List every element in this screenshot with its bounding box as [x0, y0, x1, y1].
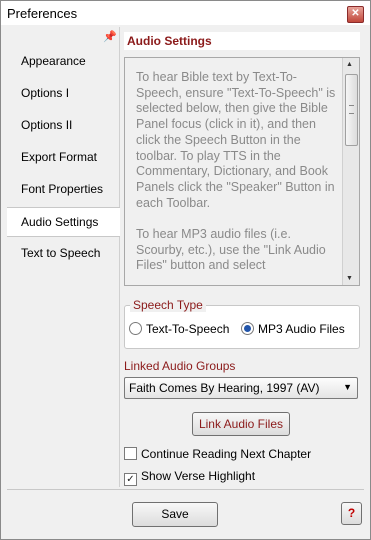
nav-item-label: Text to Speech: [21, 246, 101, 260]
speech-type-label: Speech Type: [130, 298, 206, 312]
radio-dot-icon: [129, 322, 142, 335]
scroll-thumb[interactable]: [345, 74, 358, 146]
nav-item-audio-settings[interactable]: Audio Settings: [7, 207, 120, 237]
nav-item-export-format[interactable]: Export Format: [7, 143, 119, 171]
window-title: Preferences: [7, 6, 78, 21]
radio-text-to-speech[interactable]: Text-To-Speech: [129, 322, 229, 336]
help-button[interactable]: ?: [341, 502, 362, 525]
checkbox-label: Show Verse Highlight: [141, 469, 256, 483]
radio-mp3-audio-files[interactable]: MP3 Audio Files: [241, 322, 345, 336]
nav-item-label: Export Format: [21, 150, 98, 164]
nav-item-options-ii[interactable]: Options II: [7, 111, 119, 139]
linked-audio-groups-select[interactable]: Faith Comes By Hearing, 1997 (AV) ▼: [124, 377, 358, 399]
continue-reading-checkbox[interactable]: Continue Reading Next Chapter: [124, 447, 311, 461]
info-textarea[interactable]: To hear Bible text by Text-To-Speech, en…: [124, 57, 360, 286]
info-scrollbar[interactable]: ▲ ▼: [342, 58, 359, 285]
radio-dot-icon: [241, 322, 254, 335]
title-bar: Preferences ✕: [1, 1, 370, 25]
close-icon: ✕: [351, 8, 360, 19]
checkbox-box: ✓: [124, 473, 137, 486]
scroll-up-icon[interactable]: ▲: [346, 61, 353, 68]
nav-item-label: Options I: [21, 86, 70, 100]
save-button[interactable]: Save: [132, 502, 218, 527]
scroll-down-icon[interactable]: ▼: [346, 275, 353, 282]
linked-audio-groups-label: Linked Audio Groups: [124, 359, 236, 373]
link-audio-files-button[interactable]: Link Audio Files: [192, 412, 290, 436]
nav-item-label: Appearance: [21, 54, 86, 68]
pin-icon[interactable]: 📌: [103, 30, 117, 43]
radio-label: MP3 Audio Files: [258, 322, 345, 336]
footer-divider: [7, 489, 364, 490]
section-title: Audio Settings: [124, 32, 360, 50]
preferences-window: Preferences ✕ 📌 Appearance Options I Opt…: [0, 0, 371, 540]
show-verse-highlight-checkbox[interactable]: ✓ Show Verse Highlight: [124, 469, 255, 486]
checkbox-label: Continue Reading Next Chapter: [141, 447, 312, 461]
checkbox-box: [124, 447, 137, 460]
nav-item-label: Audio Settings: [21, 215, 99, 229]
nav-item-appearance[interactable]: Appearance: [7, 47, 119, 75]
nav-item-font-properties[interactable]: Font Properties: [7, 175, 119, 203]
nav-item-options-i[interactable]: Options I: [7, 79, 119, 107]
radio-label: Text-To-Speech: [146, 322, 230, 336]
preferences-nav: 📌 Appearance Options I Options II Export…: [7, 27, 120, 487]
info-text: To hear Bible text by Text-To-Speech, en…: [136, 70, 336, 273]
nav-item-label: Options II: [21, 118, 73, 132]
nav-item-text-to-speech[interactable]: Text to Speech: [7, 239, 119, 267]
select-value: Faith Comes By Hearing, 1997 (AV): [129, 381, 320, 395]
chevron-down-icon: ▼: [343, 382, 352, 392]
audio-settings-panel: Audio Settings To hear Bible text by Tex…: [120, 27, 364, 487]
close-button[interactable]: ✕: [347, 6, 364, 23]
speech-type-group: Speech Type Text-To-Speech MP3 Audio Fil…: [124, 298, 360, 349]
nav-item-label: Font Properties: [21, 182, 104, 196]
